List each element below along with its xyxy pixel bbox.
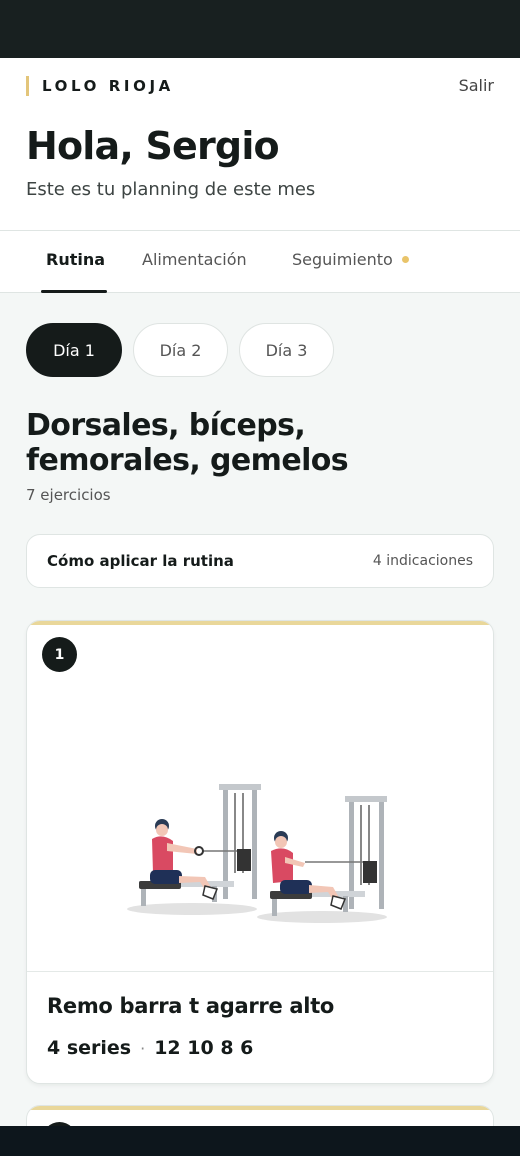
status-bar — [0, 0, 520, 58]
brand-accent-bar — [26, 76, 29, 96]
tab-rutina[interactable]: Rutina — [46, 250, 105, 269]
notification-dot-icon — [401, 256, 409, 263]
page-subtitle: Este es tu planning de este mes — [26, 179, 316, 200]
tab-seguimiento[interactable]: Seguimiento — [292, 250, 409, 269]
brand: LOLO RIOJA — [26, 76, 174, 96]
exercise-name: Remo barra t agarre alto — [47, 994, 335, 1018]
exercise-count: 7 ejercicios — [26, 486, 111, 504]
howto-count: 4 indicaciones — [372, 553, 473, 569]
system-nav-bar — [0, 1126, 520, 1156]
exercise-sets: 4 series — [47, 1037, 132, 1059]
routine-title: Dorsales, bíceps, femorales, gemelos — [26, 408, 349, 478]
logout-link[interactable]: Salir — [459, 76, 494, 95]
card-accent — [27, 1106, 493, 1110]
brand-name: LOLO RIOJA — [42, 77, 174, 95]
meta-separator: · — [140, 1038, 146, 1058]
howto-button[interactable]: Cómo aplicar la rutina 4 indicaciones — [26, 534, 494, 588]
card-accent — [27, 621, 493, 625]
exercise-reps: 12 10 8 6 — [154, 1037, 254, 1059]
card-divider — [27, 971, 493, 972]
exercise-number-badge: 1 — [42, 637, 77, 672]
tab-seguimiento-label: Seguimiento — [292, 250, 393, 269]
active-tab-indicator — [41, 290, 107, 293]
exercise-card[interactable]: 1 Remo barra t agarre alto 4 series · 12… — [26, 620, 494, 1084]
exercise-illustration — [127, 784, 387, 923]
day-2-button[interactable]: Día 2 — [133, 323, 228, 377]
day-3-button[interactable]: Día 3 — [239, 323, 334, 377]
page-title: Hola, Sergio — [26, 124, 280, 168]
day-1-button[interactable]: Día 1 — [26, 323, 122, 377]
tab-alimentacion[interactable]: Alimentación — [142, 250, 247, 269]
howto-label: Cómo aplicar la rutina — [47, 552, 234, 570]
tab-bar: Rutina Alimentación Seguimiento — [0, 230, 520, 293]
exercise-meta: 4 series · 12 10 8 6 — [47, 1037, 253, 1059]
